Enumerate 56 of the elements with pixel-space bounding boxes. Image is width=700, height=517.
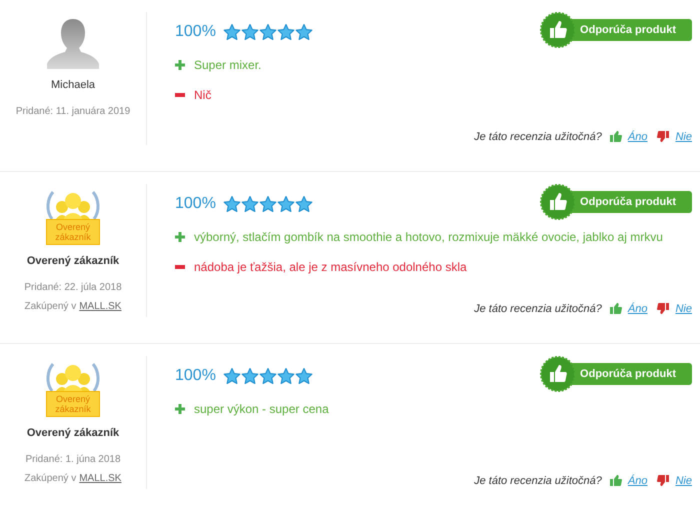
star-icon bbox=[258, 367, 277, 385]
badge-label: Overený zákazník bbox=[46, 219, 100, 245]
plus-icon bbox=[175, 232, 185, 242]
purchased-label: Zakúpený v bbox=[24, 472, 76, 486]
thumbs-down-icon bbox=[657, 303, 670, 314]
review-point: výborný, stlačím gombík na smoothie a hotovo, rozmixuje mäkké ovocie, jablko aj mrkvu bbox=[194, 229, 663, 246]
helpful-question: Je táto recenzia užitočná? bbox=[474, 130, 602, 144]
shop-link[interactable]: MALL.SK bbox=[79, 298, 122, 314]
thumbs-down-icon bbox=[657, 131, 670, 142]
review-point: Super mixer. bbox=[194, 57, 262, 74]
rating-percent: 100% bbox=[175, 22, 216, 42]
review-point: nádoba je ťažšia, ale je z masívneho odolného skla bbox=[194, 259, 467, 276]
star-icon bbox=[276, 195, 295, 213]
helpful-question: Je táto recenzia užitočná? bbox=[474, 474, 602, 488]
star-icon bbox=[276, 23, 295, 41]
person-silhouette-icon bbox=[45, 17, 101, 69]
review-point: Nič bbox=[194, 87, 212, 104]
author-name: Michaela bbox=[50, 78, 96, 93]
purchased-label: Zakúpený v bbox=[24, 300, 76, 314]
not-helpful-link[interactable]: Nie bbox=[675, 300, 692, 317]
star-icon bbox=[240, 367, 259, 385]
star-icon bbox=[294, 367, 313, 385]
added-date: Pridané: 11. januára 2019 bbox=[14, 104, 132, 118]
star-icon bbox=[294, 23, 313, 41]
plus-icon bbox=[175, 60, 185, 70]
author-name: Overený zákazník bbox=[26, 426, 120, 441]
badge-label: Overený zákazník bbox=[46, 391, 100, 417]
thumbs-up-icon bbox=[610, 303, 622, 314]
minus-icon bbox=[175, 93, 185, 97]
review-point: super výkon - super cena bbox=[194, 401, 329, 418]
helpful-question: Je táto recenzia užitočná? bbox=[474, 302, 602, 316]
star-icon bbox=[240, 195, 259, 213]
helpful-link[interactable]: Áno bbox=[628, 472, 648, 489]
plus-icon bbox=[175, 404, 185, 414]
star-icon bbox=[294, 195, 313, 213]
minus-icon bbox=[175, 265, 185, 269]
helpful-link[interactable]: Áno bbox=[628, 128, 648, 145]
rating-percent: 100% bbox=[175, 366, 216, 386]
not-helpful-link[interactable]: Nie bbox=[675, 472, 692, 489]
star-icon bbox=[222, 367, 241, 385]
star-icon bbox=[222, 195, 241, 213]
shop-link[interactable]: MALL.SK bbox=[79, 470, 122, 486]
star-icon bbox=[258, 23, 277, 41]
helpful-link[interactable]: Áno bbox=[628, 300, 648, 317]
thumbs-up-icon bbox=[610, 131, 622, 142]
star-icon bbox=[258, 195, 277, 213]
star-icon bbox=[240, 23, 259, 41]
added-date: Pridané: 22. júla 2018 bbox=[23, 280, 123, 294]
star-icon bbox=[222, 23, 241, 41]
thumbs-up-icon bbox=[610, 475, 622, 486]
author-name: Overený zákazník bbox=[26, 254, 120, 269]
added-date: Pridané: 1. júna 2018 bbox=[24, 452, 122, 466]
not-helpful-link[interactable]: Nie bbox=[675, 128, 692, 145]
rating-percent: 100% bbox=[175, 194, 216, 214]
thumbs-down-icon bbox=[657, 475, 670, 486]
star-icon bbox=[276, 367, 295, 385]
